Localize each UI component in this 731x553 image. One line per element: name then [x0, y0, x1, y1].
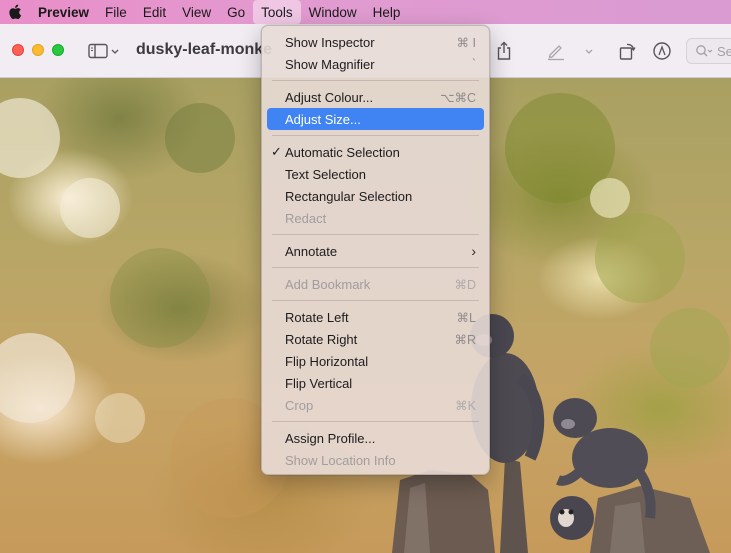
- zoom-window-button[interactable]: [52, 44, 64, 56]
- menu-item-label: Rectangular Selection: [285, 188, 413, 204]
- menu-item-rotate-right[interactable]: Rotate Right ⌘R: [267, 328, 484, 350]
- menu-item-annotate[interactable]: Annotate ›: [267, 240, 484, 262]
- menu-separator: [272, 80, 479, 81]
- menu-separator: [272, 234, 479, 235]
- search-placeholder: Se: [717, 43, 731, 59]
- menu-item-shortcut: `: [471, 57, 476, 71]
- menu-view[interactable]: View: [174, 0, 219, 24]
- menu-item-add-bookmark: Add Bookmark ⌘D: [267, 273, 484, 295]
- menu-item-show-inspector[interactable]: Show Inspector ⌘ I: [267, 31, 484, 53]
- document-title: dusky-leaf-monke: [136, 41, 273, 58]
- menu-item-shortcut: ⌥⌘C: [440, 90, 476, 105]
- menu-item-label: Adjust Size...: [285, 111, 361, 127]
- menu-item-flip-vertical[interactable]: Flip Vertical: [267, 372, 484, 394]
- menu-window[interactable]: Window: [301, 0, 365, 24]
- menu-separator: [272, 300, 479, 301]
- menu-item-show-magnifier[interactable]: Show Magnifier `: [267, 53, 484, 75]
- menu-item-label: Redact: [285, 210, 327, 226]
- menu-edit[interactable]: Edit: [135, 0, 174, 24]
- menu-item-shortcut: ⌘ I: [456, 35, 476, 50]
- menu-item-shortcut: ⌘K: [455, 398, 476, 413]
- tools-menu: Show Inspector ⌘ I Show Magnifier ` Adju…: [261, 25, 490, 475]
- markup-chevron-down-icon[interactable]: [582, 40, 596, 62]
- menu-file[interactable]: File: [97, 0, 135, 24]
- menu-item-show-location-info: Show Location Info: [267, 449, 484, 471]
- menu-item-label: Show Location Info: [285, 452, 396, 468]
- menu-item-automatic-selection[interactable]: ✓ Automatic Selection: [267, 141, 484, 163]
- markup-pen-icon[interactable]: [545, 40, 567, 62]
- menu-item-label: Annotate: [285, 243, 338, 259]
- menu-help[interactable]: Help: [365, 0, 409, 24]
- menu-item-text-selection[interactable]: Text Selection: [267, 163, 484, 185]
- menu-item-label: Add Bookmark: [285, 276, 371, 292]
- menu-item-label: Flip Vertical: [285, 375, 353, 391]
- menu-item-label: Text Selection: [285, 166, 366, 182]
- share-icon[interactable]: [493, 40, 515, 62]
- checkmark-icon: ✓: [271, 144, 282, 159]
- sidebar-toggle-button[interactable]: [88, 40, 128, 62]
- menu-separator: [272, 421, 479, 422]
- menu-item-label: Show Magnifier: [285, 56, 375, 72]
- menu-item-label: Show Inspector: [285, 34, 375, 50]
- menu-item-label: Automatic Selection: [285, 144, 400, 160]
- menu-separator: [272, 135, 479, 136]
- search-field[interactable]: Se: [686, 38, 731, 64]
- menu-item-label: Rotate Left: [285, 309, 349, 325]
- menu-item-assign-profile[interactable]: Assign Profile...: [267, 427, 484, 449]
- menu-item-flip-horizontal[interactable]: Flip Horizontal: [267, 350, 484, 372]
- search-icon: [696, 45, 713, 57]
- menu-go[interactable]: Go: [219, 0, 253, 24]
- menu-app-preview[interactable]: Preview: [30, 0, 97, 24]
- apple-logo-icon[interactable]: [0, 0, 30, 24]
- close-window-button[interactable]: [12, 44, 24, 56]
- menu-item-rotate-left[interactable]: Rotate Left ⌘L: [267, 306, 484, 328]
- menu-item-label: Adjust Colour...: [285, 89, 374, 105]
- menu-item-shortcut: ⌘R: [454, 332, 476, 347]
- markup-circle-icon[interactable]: [651, 40, 673, 62]
- menu-separator: [272, 267, 479, 268]
- menu-item-shortcut: ⌘L: [456, 310, 476, 325]
- menu-item-shortcut: ⌘D: [454, 277, 476, 292]
- menu-item-label: Assign Profile...: [285, 430, 376, 446]
- sidebar-icon: [88, 43, 108, 59]
- menu-item-redact: Redact: [267, 207, 484, 229]
- menu-item-label: Rotate Right: [285, 331, 358, 347]
- menu-item-adjust-size[interactable]: Adjust Size...: [267, 108, 484, 130]
- chevron-right-icon: ›: [471, 243, 476, 259]
- menu-item-label: Crop: [285, 397, 314, 413]
- minimize-window-button[interactable]: [32, 44, 44, 56]
- menu-tools[interactable]: Tools: [253, 0, 301, 24]
- menu-item-label: Flip Horizontal: [285, 353, 369, 369]
- rotate-icon[interactable]: [616, 40, 638, 62]
- menu-item-rectangular-selection[interactable]: Rectangular Selection: [267, 185, 484, 207]
- chevron-down-icon: [111, 49, 119, 54]
- menu-bar: Preview File Edit View Go Tools Window H…: [0, 0, 731, 24]
- menu-item-crop: Crop ⌘K: [267, 394, 484, 416]
- menu-item-adjust-colour[interactable]: Adjust Colour... ⌥⌘C: [267, 86, 484, 108]
